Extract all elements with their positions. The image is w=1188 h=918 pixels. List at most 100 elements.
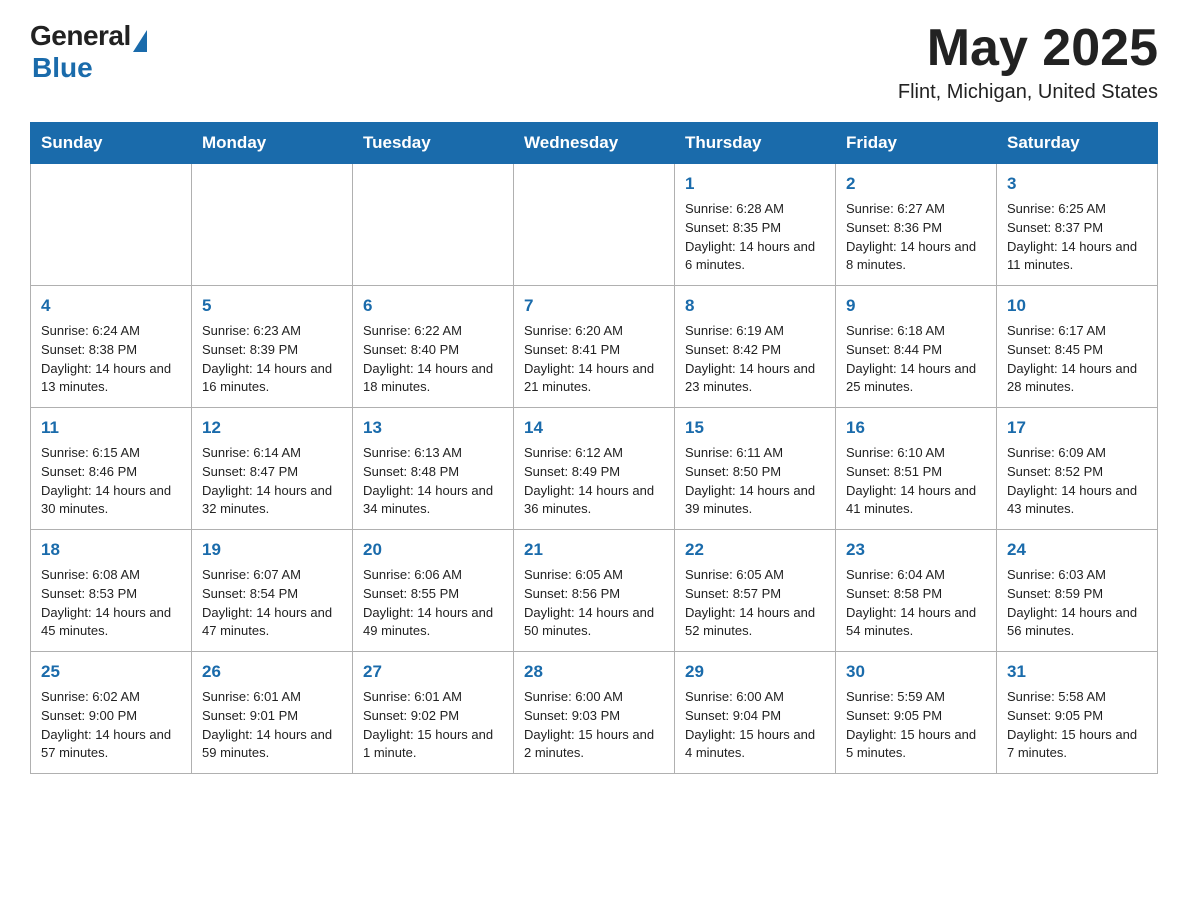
calendar-cell	[353, 164, 514, 286]
column-header-monday: Monday	[192, 123, 353, 164]
day-info: Sunrise: 6:00 AM Sunset: 9:03 PM Dayligh…	[524, 688, 664, 763]
day-info: Sunrise: 6:22 AM Sunset: 8:40 PM Dayligh…	[363, 322, 503, 397]
calendar-header-row: SundayMondayTuesdayWednesdayThursdayFrid…	[31, 123, 1158, 164]
day-info: Sunrise: 6:12 AM Sunset: 8:49 PM Dayligh…	[524, 444, 664, 519]
calendar-cell: 27 Sunrise: 6:01 AM Sunset: 9:02 PM Dayli…	[353, 652, 514, 774]
calendar-cell: 2 Sunrise: 6:27 AM Sunset: 8:36 PM Daylig…	[836, 164, 997, 286]
day-number: 30	[846, 660, 986, 685]
day-number: 9	[846, 294, 986, 319]
calendar-cell: 13Sunrise: 6:13 AM Sunset: 8:48 PM Dayli…	[353, 408, 514, 530]
column-header-wednesday: Wednesday	[514, 123, 675, 164]
day-number: 29	[685, 660, 825, 685]
day-number: 27	[363, 660, 503, 685]
day-info: Sunrise: 6:20 AM Sunset: 8:41 PM Dayligh…	[524, 322, 664, 397]
day-number: 28	[524, 660, 664, 685]
day-number: 16	[846, 416, 986, 441]
logo-blue-text: Blue	[32, 52, 93, 84]
day-info: Sunrise: 6:18 AM Sunset: 8:44 PM Dayligh…	[846, 322, 986, 397]
calendar-cell: 26 Sunrise: 6:01 AM Sunset: 9:01 PM Dayli…	[192, 652, 353, 774]
day-info: Sunrise: 6:03 AM Sunset: 8:59 PM Dayligh…	[1007, 566, 1147, 641]
calendar-cell: 7 Sunrise: 6:20 AM Sunset: 8:41 PM Daylig…	[514, 286, 675, 408]
day-number: 18	[41, 538, 181, 563]
calendar-cell: 31Sunrise: 5:58 AM Sunset: 9:05 PM Dayli…	[997, 652, 1158, 774]
day-info: Sunrise: 6:25 AM Sunset: 8:37 PM Dayligh…	[1007, 200, 1147, 275]
calendar-cell: 18Sunrise: 6:08 AM Sunset: 8:53 PM Dayli…	[31, 530, 192, 652]
day-info: Sunrise: 6:09 AM Sunset: 8:52 PM Dayligh…	[1007, 444, 1147, 519]
day-number: 7	[524, 294, 664, 319]
calendar-week-row: 4 Sunrise: 6:24 AM Sunset: 8:38 PM Daylig…	[31, 286, 1158, 408]
day-info: Sunrise: 6:14 AM Sunset: 8:47 PM Dayligh…	[202, 444, 342, 519]
calendar-table: SundayMondayTuesdayWednesdayThursdayFrid…	[30, 122, 1158, 774]
calendar-cell: 1Sunrise: 6:28 AM Sunset: 8:35 PM Daylig…	[675, 164, 836, 286]
day-number: 5	[202, 294, 342, 319]
day-number: 3	[1007, 172, 1147, 197]
column-header-friday: Friday	[836, 123, 997, 164]
calendar-cell: 6 Sunrise: 6:22 AM Sunset: 8:40 PM Daylig…	[353, 286, 514, 408]
month-year-title: May 2025	[898, 20, 1158, 77]
calendar-cell: 9 Sunrise: 6:18 AM Sunset: 8:44 PM Daylig…	[836, 286, 997, 408]
column-header-sunday: Sunday	[31, 123, 192, 164]
day-number: 25	[41, 660, 181, 685]
day-info: Sunrise: 6:27 AM Sunset: 8:36 PM Dayligh…	[846, 200, 986, 275]
day-number: 26	[202, 660, 342, 685]
calendar-cell: 21Sunrise: 6:05 AM Sunset: 8:56 PM Dayli…	[514, 530, 675, 652]
calendar-week-row: 1Sunrise: 6:28 AM Sunset: 8:35 PM Daylig…	[31, 164, 1158, 286]
day-number: 24	[1007, 538, 1147, 563]
day-number: 15	[685, 416, 825, 441]
day-number: 4	[41, 294, 181, 319]
day-info: Sunrise: 6:23 AM Sunset: 8:39 PM Dayligh…	[202, 322, 342, 397]
calendar-cell: 29 Sunrise: 6:00 AM Sunset: 9:04 PM Dayli…	[675, 652, 836, 774]
day-number: 11	[41, 416, 181, 441]
logo-general-text: General	[30, 20, 131, 52]
day-info: Sunrise: 6:19 AM Sunset: 8:42 PM Dayligh…	[685, 322, 825, 397]
day-info: Sunrise: 6:01 AM Sunset: 9:02 PM Dayligh…	[363, 688, 503, 763]
calendar-cell	[514, 164, 675, 286]
calendar-cell: 30 Sunrise: 5:59 AM Sunset: 9:05 PM Dayli…	[836, 652, 997, 774]
calendar-cell: 10 Sunrise: 6:17 AM Sunset: 8:45 PM Dayli…	[997, 286, 1158, 408]
day-info: Sunrise: 6:28 AM Sunset: 8:35 PM Dayligh…	[685, 200, 825, 275]
day-number: 17	[1007, 416, 1147, 441]
day-number: 12	[202, 416, 342, 441]
calendar-cell: 12 Sunrise: 6:14 AM Sunset: 8:47 PM Dayli…	[192, 408, 353, 530]
day-number: 19	[202, 538, 342, 563]
calendar-cell: 15 Sunrise: 6:11 AM Sunset: 8:50 PM Dayli…	[675, 408, 836, 530]
day-number: 31	[1007, 660, 1147, 685]
day-info: Sunrise: 6:17 AM Sunset: 8:45 PM Dayligh…	[1007, 322, 1147, 397]
calendar-cell: 3 Sunrise: 6:25 AM Sunset: 8:37 PM Daylig…	[997, 164, 1158, 286]
day-info: Sunrise: 6:00 AM Sunset: 9:04 PM Dayligh…	[685, 688, 825, 763]
day-number: 10	[1007, 294, 1147, 319]
day-info: Sunrise: 6:07 AM Sunset: 8:54 PM Dayligh…	[202, 566, 342, 641]
calendar-cell: 16 Sunrise: 6:10 AM Sunset: 8:51 PM Dayli…	[836, 408, 997, 530]
calendar-cell	[31, 164, 192, 286]
calendar-cell: 4 Sunrise: 6:24 AM Sunset: 8:38 PM Daylig…	[31, 286, 192, 408]
day-info: Sunrise: 6:10 AM Sunset: 8:51 PM Dayligh…	[846, 444, 986, 519]
day-number: 22	[685, 538, 825, 563]
calendar-week-row: 11 Sunrise: 6:15 AM Sunset: 8:46 PM Dayli…	[31, 408, 1158, 530]
day-info: Sunrise: 6:06 AM Sunset: 8:55 PM Dayligh…	[363, 566, 503, 641]
day-info: Sunrise: 6:24 AM Sunset: 8:38 PM Dayligh…	[41, 322, 181, 397]
column-header-tuesday: Tuesday	[353, 123, 514, 164]
day-info: Sunrise: 6:02 AM Sunset: 9:00 PM Dayligh…	[41, 688, 181, 763]
calendar-week-row: 25 Sunrise: 6:02 AM Sunset: 9:00 PM Dayli…	[31, 652, 1158, 774]
calendar-cell: 19 Sunrise: 6:07 AM Sunset: 8:54 PM Dayli…	[192, 530, 353, 652]
day-number: 6	[363, 294, 503, 319]
day-number: 2	[846, 172, 986, 197]
calendar-cell: 24 Sunrise: 6:03 AM Sunset: 8:59 PM Dayli…	[997, 530, 1158, 652]
day-info: Sunrise: 5:59 AM Sunset: 9:05 PM Dayligh…	[846, 688, 986, 763]
day-info: Sunrise: 6:13 AM Sunset: 8:48 PM Dayligh…	[363, 444, 503, 519]
day-info: Sunrise: 6:05 AM Sunset: 8:57 PM Dayligh…	[685, 566, 825, 641]
calendar-week-row: 18Sunrise: 6:08 AM Sunset: 8:53 PM Dayli…	[31, 530, 1158, 652]
calendar-cell: 22 Sunrise: 6:05 AM Sunset: 8:57 PM Dayli…	[675, 530, 836, 652]
calendar-cell: 14Sunrise: 6:12 AM Sunset: 8:49 PM Dayli…	[514, 408, 675, 530]
calendar-cell: 25 Sunrise: 6:02 AM Sunset: 9:00 PM Dayli…	[31, 652, 192, 774]
day-number: 20	[363, 538, 503, 563]
location-text: Flint, Michigan, United States	[898, 81, 1158, 104]
day-number: 23	[846, 538, 986, 563]
day-info: Sunrise: 6:15 AM Sunset: 8:46 PM Dayligh…	[41, 444, 181, 519]
calendar-cell: 17 Sunrise: 6:09 AM Sunset: 8:52 PM Dayli…	[997, 408, 1158, 530]
calendar-cell: 11 Sunrise: 6:15 AM Sunset: 8:46 PM Dayli…	[31, 408, 192, 530]
calendar-cell: 23Sunrise: 6:04 AM Sunset: 8:58 PM Dayli…	[836, 530, 997, 652]
day-info: Sunrise: 6:01 AM Sunset: 9:01 PM Dayligh…	[202, 688, 342, 763]
column-header-saturday: Saturday	[997, 123, 1158, 164]
day-info: Sunrise: 6:11 AM Sunset: 8:50 PM Dayligh…	[685, 444, 825, 519]
